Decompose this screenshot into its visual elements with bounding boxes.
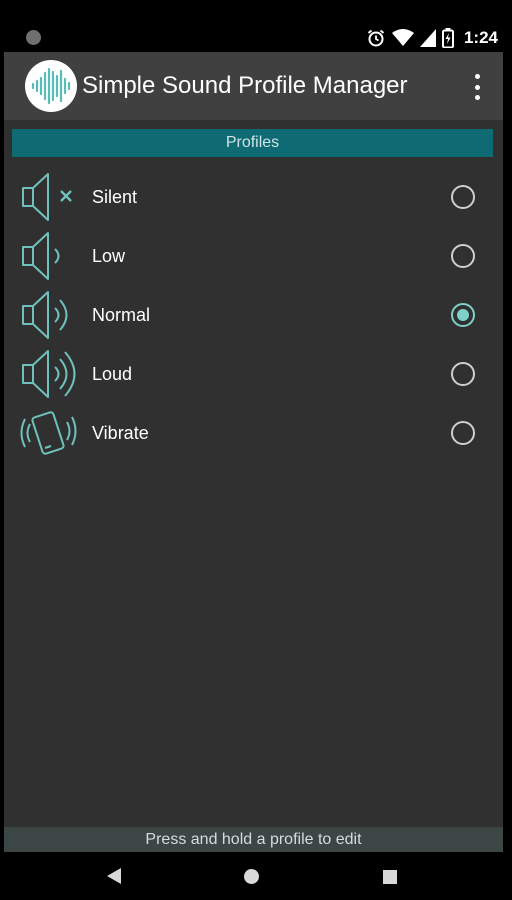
back-icon[interactable]: [106, 867, 122, 885]
profile-label-loud: Loud: [92, 364, 133, 384]
speaker-muted-icon: [22, 173, 72, 221]
navigation-bar: [0, 852, 512, 900]
radio-normal[interactable]: [451, 303, 475, 327]
wifi-icon: [391, 29, 414, 46]
profile-row-loud[interactable]: Loud: [4, 345, 503, 404]
status-time: 1:24: [463, 28, 498, 47]
overflow-menu-icon[interactable]: [465, 74, 489, 100]
app-bar: Simple Sound Profile Manager: [4, 52, 503, 120]
footer-hint-bar: Press and hold a profile to edit: [4, 827, 503, 852]
footer-hint: Press and hold a profile to edit: [145, 830, 362, 848]
battery-icon: [441, 28, 454, 48]
profile-label-silent: Silent: [92, 187, 138, 207]
speaker-loud-icon: [22, 350, 76, 398]
profile-row-silent[interactable]: Silent: [4, 168, 503, 227]
profiles-header-label: Profiles: [225, 134, 280, 151]
profile-list: Silent Low Normal Loud Vibrate: [4, 168, 503, 463]
profile-label-low: Low: [92, 246, 126, 266]
radio-loud[interactable]: [451, 362, 475, 386]
home-icon[interactable]: [244, 869, 259, 884]
alarm-icon: [367, 29, 385, 47]
recents-icon[interactable]: [383, 870, 397, 884]
profile-row-vibrate[interactable]: Vibrate: [4, 404, 503, 463]
signal-icon: [419, 29, 436, 47]
status-bar: 1:24: [0, 0, 512, 50]
radio-vibrate[interactable]: [451, 421, 475, 445]
app-title: Simple Sound Profile Manager: [82, 72, 408, 99]
radio-silent[interactable]: [451, 185, 475, 209]
profile-row-normal[interactable]: Normal: [4, 286, 503, 345]
profiles-header: Profiles: [12, 129, 493, 157]
profile-label-vibrate: Vibrate: [92, 423, 149, 443]
speaker-low-icon: [22, 232, 60, 280]
status-icons: 1:24: [366, 27, 498, 49]
phone-vibrate-icon: [20, 411, 77, 455]
speaker-normal-icon: [22, 291, 68, 339]
profile-label-normal: Normal: [92, 305, 151, 325]
sound-wave-logo-icon: [25, 60, 77, 112]
notification-dot-icon: [26, 30, 41, 45]
app-window: Simple Sound Profile Manager Profiles Si…: [4, 52, 503, 852]
profile-row-low[interactable]: Low: [4, 227, 503, 286]
radio-low[interactable]: [451, 244, 475, 268]
